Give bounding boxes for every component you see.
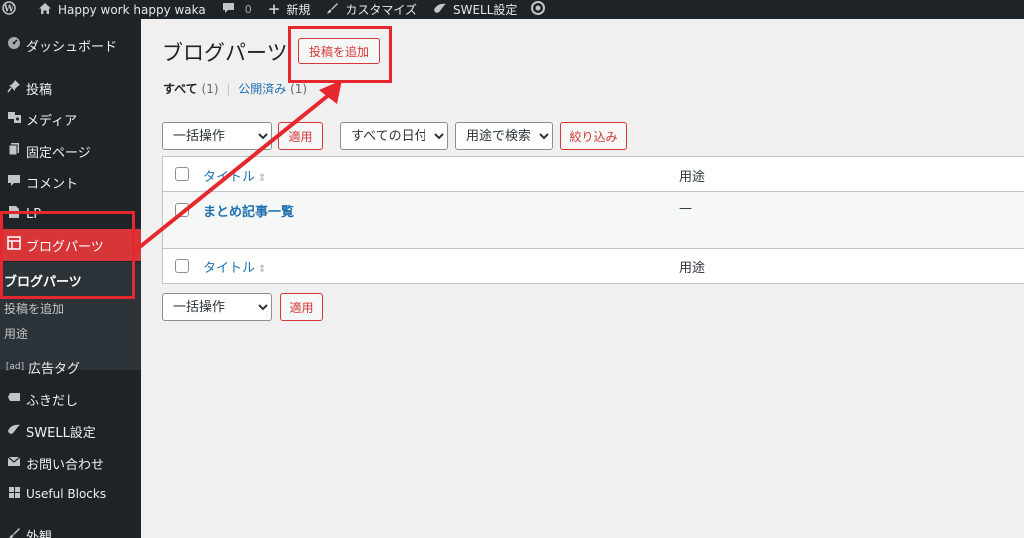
site-name-item[interactable]: Happy work happy waka (28, 0, 212, 19)
customize-label: カスタマイズ (345, 3, 417, 17)
swell-icon (0, 423, 26, 440)
main-content: ブログパーツ 投稿を追加 すべて (1) | 公開済み (1) 一括操作 適用 … (141, 19, 1024, 538)
select-all-checkbox[interactable] (175, 167, 189, 181)
filter-button[interactable]: 絞り込み (560, 122, 627, 150)
new-content-item[interactable]: + 新規 (258, 0, 317, 19)
menu-dashboard[interactable]: ダッシュボード (0, 29, 141, 61)
post-title-link[interactable]: まとめ記事一覧 (203, 201, 294, 220)
mail-icon (0, 456, 26, 471)
comments-item[interactable]: 0 (212, 0, 258, 19)
site-name: Happy work happy waka (58, 2, 206, 17)
title-column-footer[interactable]: タイトル ⇕ (203, 257, 266, 276)
page-title: ブログパーツ (162, 41, 288, 65)
swell-settings-item[interactable]: SWELL設定 (423, 0, 523, 19)
posts-table: タイトル ⇕ 用途 まとめ記事一覧 — タイトル ⇕ 用途 (162, 156, 1024, 284)
pin-icon (0, 79, 26, 97)
swell-extra-item[interactable] (523, 0, 557, 19)
new-label: 新規 (286, 3, 311, 17)
plus-icon: + (267, 0, 281, 18)
menu-swell-settings[interactable]: SWELL設定 (0, 415, 141, 447)
menu-posts[interactable]: 投稿 (0, 72, 141, 104)
row-checkbox[interactable] (175, 203, 189, 217)
submenu-add-new[interactable]: 投稿を追加 (4, 300, 64, 317)
swell-icon (433, 2, 447, 18)
brush-icon (326, 2, 339, 18)
date-filter-select[interactable]: すべての日付 (340, 122, 448, 150)
view-published-link[interactable]: 公開済み (238, 82, 286, 96)
menu-label: SWELL設定 (26, 425, 96, 441)
menu-label: Useful Blocks (26, 487, 107, 501)
menu-label: 投稿 (26, 82, 53, 98)
view-separator: | (226, 82, 231, 96)
table-footer-row: タイトル ⇕ 用途 (163, 249, 1024, 283)
menu-pages[interactable]: 固定ページ (0, 135, 141, 167)
title-column-header[interactable]: タイトル ⇕ (203, 166, 266, 185)
title-column-label: タイトル (203, 261, 256, 276)
menu-useful-blocks[interactable]: Useful Blocks (0, 478, 141, 510)
customize-item[interactable]: カスタマイズ (316, 0, 423, 19)
wordpress-icon: W (2, 1, 16, 18)
svg-text:W: W (3, 5, 15, 15)
menu-fukidashi[interactable]: ふきだし (0, 383, 141, 415)
select-all-checkbox-bottom[interactable] (175, 259, 189, 273)
apply-button-top[interactable]: 適用 (278, 122, 323, 150)
add-new-highlight-box (288, 26, 392, 83)
sort-icon: ⇕ (258, 173, 267, 184)
view-published-count: (1) (290, 82, 308, 96)
home-icon (38, 2, 52, 18)
bulk-action-select-bottom[interactable]: 一括操作 (162, 293, 272, 321)
comment-icon (222, 2, 235, 17)
gauge-icon (0, 36, 26, 54)
menu-label: 外観 (26, 529, 53, 538)
menu-label: ダッシュボード (26, 39, 118, 55)
menu-label: ふきだし (26, 393, 79, 409)
menu-appearance[interactable]: 外観 (0, 519, 141, 538)
menu-label: 固定ページ (26, 145, 91, 161)
admin-bar: W Happy work happy waka 0 + 新規 カスタマイズ SW… (0, 0, 1024, 19)
blog-parts-highlight-box (0, 211, 135, 299)
menu-label: 広告タグ (28, 361, 81, 377)
sort-icon: ⇕ (258, 264, 267, 275)
circle-logo-icon (531, 1, 546, 18)
ad-icon: [ad] (5, 362, 25, 372)
table-row: まとめ記事一覧 — (163, 192, 1024, 249)
bulk-action-select-top[interactable]: 一括操作 (162, 122, 272, 150)
page-icon (0, 142, 26, 160)
menu-media[interactable]: メディア (0, 103, 141, 135)
brush-icon (0, 527, 26, 538)
menu-comments[interactable]: コメント (0, 166, 141, 198)
use-column-footer: 用途 (679, 261, 706, 276)
menu-contact[interactable]: お問い合わせ (0, 447, 141, 479)
blocks-icon (0, 486, 26, 503)
view-all-count: (1) (201, 82, 219, 96)
menu-label: お問い合わせ (26, 457, 105, 473)
submenu-use[interactable]: 用途 (4, 325, 28, 342)
media-icon (0, 110, 26, 128)
comment-count: 0 (244, 3, 252, 16)
post-use-value: — (679, 201, 692, 216)
post-status-views: すべて (1) | 公開済み (1) (163, 80, 307, 97)
comment-icon (0, 174, 26, 191)
swell-label: SWELL設定 (452, 3, 518, 17)
title-column-label: タイトル (203, 170, 256, 185)
apply-button-bottom[interactable]: 適用 (280, 293, 323, 321)
wordpress-logo-item[interactable]: W (0, 0, 28, 19)
speech-icon (0, 391, 26, 407)
menu-label: メディア (26, 113, 78, 129)
use-filter-select[interactable]: 用途で検索 (455, 122, 553, 150)
menu-label: コメント (26, 176, 79, 192)
table-header-row: タイトル ⇕ 用途 (163, 157, 1024, 192)
menu-ad-tag[interactable]: [ad] 広告タグ (0, 351, 141, 383)
view-all-link[interactable]: すべて (163, 82, 198, 96)
use-column-header: 用途 (679, 170, 706, 185)
